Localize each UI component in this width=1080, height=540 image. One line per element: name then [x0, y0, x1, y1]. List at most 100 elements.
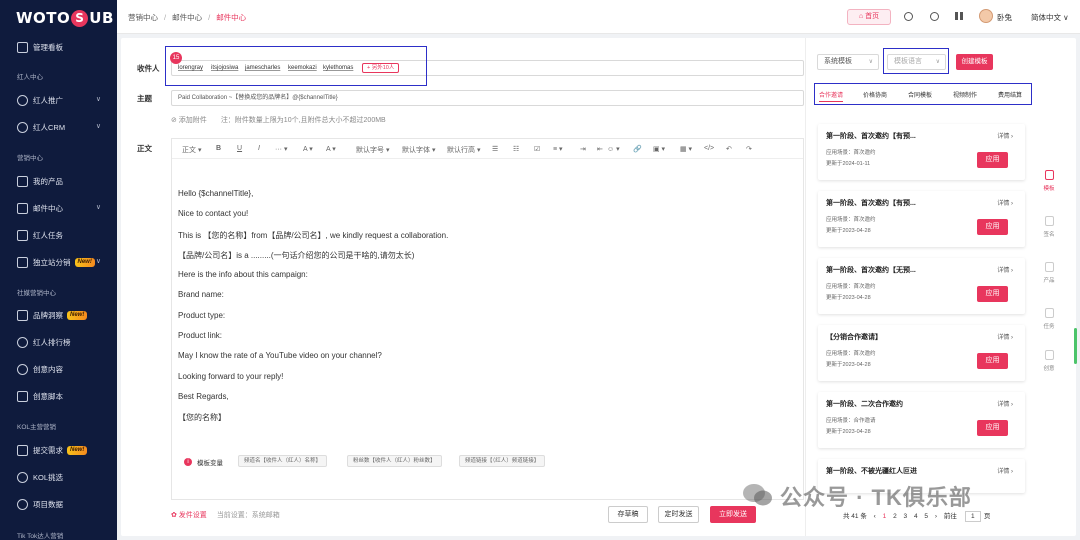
variable-channel-link[interactable]: 频道链接【（红人）频道链接】 [459, 455, 546, 467]
page-4[interactable]: 4 [914, 513, 918, 520]
apply-template-button[interactable]: 应用 [977, 353, 1008, 369]
apply-template-button[interactable]: 应用 [977, 420, 1008, 436]
sidebar-item-kol-promo[interactable]: 红人推广 ∨ [0, 90, 117, 110]
prev-page-button[interactable]: ‹ [874, 513, 876, 520]
line-height-select[interactable]: 默认行高 ▾ [447, 145, 480, 155]
variable-followers[interactable]: 粉丝数【收件人（红人）粉丝数】 [347, 455, 442, 467]
logo[interactable]: WOTO S UB [0, 0, 117, 36]
numbered-list-button[interactable]: ☷ [513, 145, 519, 153]
scheduled-send-button[interactable]: 定时发送 [658, 506, 699, 523]
more-recipients-chip[interactable]: + 另外10人 [362, 63, 400, 73]
editor-content[interactable]: Hello {$channelTitle}, Nice to contact y… [178, 189, 448, 433]
template-card[interactable]: 【分销合作邀请】 详情 › 应用场景：首次邀约 更新于2023-04-28 应用 [818, 325, 1025, 381]
rich-text-editor[interactable]: 正文 ▾ B U I ··· ▾ A ▾ A ▾ 默认字号 ▾ 默认字体 ▾ 默… [171, 138, 804, 500]
apps-grid-icon[interactable] [955, 12, 963, 20]
recipient-chip[interactable]: itsjojosiwa [211, 65, 238, 71]
paragraph-style-select[interactable]: 正文 ▾ [182, 145, 201, 155]
user-name[interactable]: 卧兔 [997, 12, 1012, 23]
template-card[interactable]: 第一阶段、二次合作邀约 详情 › 应用场景：合作邀请 更新于2023-04-28… [818, 392, 1025, 448]
font-size-select[interactable]: 默认字号 ▾ [356, 145, 389, 155]
apply-template-button[interactable]: 应用 [977, 286, 1008, 302]
home-button[interactable]: ⌂ 首页 [847, 9, 891, 25]
template-detail-link[interactable]: 详情 › [997, 332, 1013, 341]
recipient-chip[interactable]: lorengray [178, 65, 203, 71]
image-button[interactable]: ▣ ▾ [653, 145, 665, 153]
save-draft-button[interactable]: 存草稿 [608, 506, 648, 523]
template-card[interactable]: 第一阶段、首次邀约【无预... 详情 › 应用场景：首次邀约 更新于2023-0… [818, 258, 1025, 314]
sidebar-item-mail-center[interactable]: 邮件中心 ∨ [0, 198, 117, 218]
bell-icon[interactable] [930, 12, 939, 21]
italic-button[interactable]: I [258, 145, 260, 152]
apply-template-button[interactable]: 应用 [977, 219, 1008, 235]
sidebar-item-project-data[interactable]: 项目数据 [0, 494, 117, 514]
tab-price-negotiation[interactable]: 价格协商 [863, 90, 887, 99]
next-page-button[interactable]: › [935, 513, 937, 520]
underline-button[interactable]: U [237, 145, 242, 152]
system-template-select[interactable]: 系统模板 ∨ [817, 54, 879, 70]
subject-input[interactable]: Paid Collaboration ~【替换成您的品牌名】@{$channel… [171, 90, 804, 106]
tab-contract-template[interactable]: 合同模板 [908, 90, 932, 99]
sidebar-item-kol-crm[interactable]: 红人CRM ∨ [0, 117, 117, 137]
create-template-button[interactable]: 创建模板 [956, 54, 993, 70]
breadcrumb-mail[interactable]: 邮件中心 [172, 13, 202, 22]
link-icon[interactable]: 🔗 [633, 145, 642, 153]
scrollbar-thumb[interactable] [1074, 328, 1077, 364]
bullet-list-button[interactable]: ☰ [492, 145, 498, 153]
font-family-select[interactable]: 默认字体 ▾ [402, 145, 435, 155]
strip-products[interactable]: 产品 [1039, 262, 1059, 284]
page-2[interactable]: 2 [893, 513, 897, 520]
template-card[interactable]: 第一阶段、首次邀约【有预... 详情 › 应用场景：首次邀约 更新于2023-0… [818, 191, 1025, 247]
template-detail-link[interactable]: 详情 › [997, 131, 1013, 140]
align-select[interactable]: ≡ ▾ [553, 145, 563, 153]
apply-template-button[interactable]: 应用 [977, 152, 1008, 168]
font-color-button[interactable]: A ▾ [303, 145, 313, 153]
undo-icon[interactable]: ↶ [726, 145, 732, 153]
sidebar-item-creative-content[interactable]: 创意内容 [0, 359, 117, 379]
sidebar-item-kol-tasks[interactable]: 红人任务 [0, 225, 117, 245]
template-detail-link[interactable]: 详情 › [997, 399, 1013, 408]
page-5[interactable]: 5 [924, 513, 928, 520]
sidebar-item-brand-insight[interactable]: 品牌洞察 New! [0, 305, 117, 325]
code-button[interactable]: </> [704, 145, 714, 152]
emoji-button[interactable]: ☺ ▾ [607, 145, 620, 153]
more-format-button[interactable]: ··· ▾ [275, 145, 287, 153]
bold-button[interactable]: B [216, 145, 221, 152]
breadcrumb-marketing[interactable]: 营销中心 [128, 13, 158, 22]
table-button[interactable]: ▦ ▾ [680, 145, 692, 153]
sidebar-item-standalone[interactable]: 独立站分销 New! ∨ [0, 252, 117, 272]
strip-tasks[interactable]: 任务 [1039, 308, 1059, 330]
send-settings-link[interactable]: ✿ 发件设置 [171, 512, 207, 519]
tab-video-production[interactable]: 视频制作 [953, 90, 977, 99]
language-select[interactable]: 简体中文 ∨ [1031, 12, 1069, 23]
sidebar-item-dashboard[interactable]: 管理看板 [0, 37, 117, 57]
send-now-button[interactable]: 立即发送 [710, 506, 756, 523]
sidebar-item-kol-rank[interactable]: 红人排行榜 [0, 332, 117, 352]
variable-channel-name[interactable]: 频道名【收件人（红人）名称】 [238, 455, 328, 467]
strip-signature[interactable]: 签名 [1039, 216, 1059, 238]
goto-page-input[interactable]: 1 [964, 511, 981, 522]
page-1[interactable]: 1 [883, 513, 887, 520]
add-attachment-link[interactable]: ⊘ 添加附件 [171, 117, 207, 124]
page-3[interactable]: 3 [904, 513, 908, 520]
template-card[interactable]: 第一阶段、首次邀约【有预... 详情 › 应用场景：首次邀约 更新于2024-0… [818, 124, 1025, 180]
sidebar-item-my-products[interactable]: 我的产品 [0, 171, 117, 191]
strip-templates[interactable]: 模板 [1039, 170, 1059, 192]
strip-creative[interactable]: 创意 [1039, 350, 1059, 372]
sidebar-item-submit-req[interactable]: 提交需求 New! [0, 440, 117, 460]
template-detail-link[interactable]: 详情 › [997, 198, 1013, 207]
headset-icon[interactable] [904, 12, 913, 21]
sidebar-item-creative-script[interactable]: 创意脚本 [0, 386, 117, 406]
recipient-chip[interactable]: keemokazi [288, 65, 317, 71]
recipient-chip[interactable]: jamescharles [245, 65, 280, 71]
template-detail-link[interactable]: 详情 › [997, 265, 1013, 274]
outdent-button[interactable]: ⇤ [597, 145, 603, 153]
sidebar-item-kol-select[interactable]: KOL挑选 [0, 467, 117, 487]
tab-cooperation-invite[interactable]: 合作邀请 [819, 90, 844, 102]
highlight-color-button[interactable]: A ▾ [326, 145, 336, 153]
tab-fee-settlement[interactable]: 费用结算 [998, 90, 1022, 99]
redo-icon[interactable]: ↷ [746, 145, 752, 153]
recipient-chip[interactable]: kylethomas [323, 65, 353, 71]
indent-button[interactable]: ⇥ [580, 145, 586, 153]
template-detail-link[interactable]: 详情 › [997, 466, 1013, 475]
avatar[interactable] [979, 9, 993, 23]
